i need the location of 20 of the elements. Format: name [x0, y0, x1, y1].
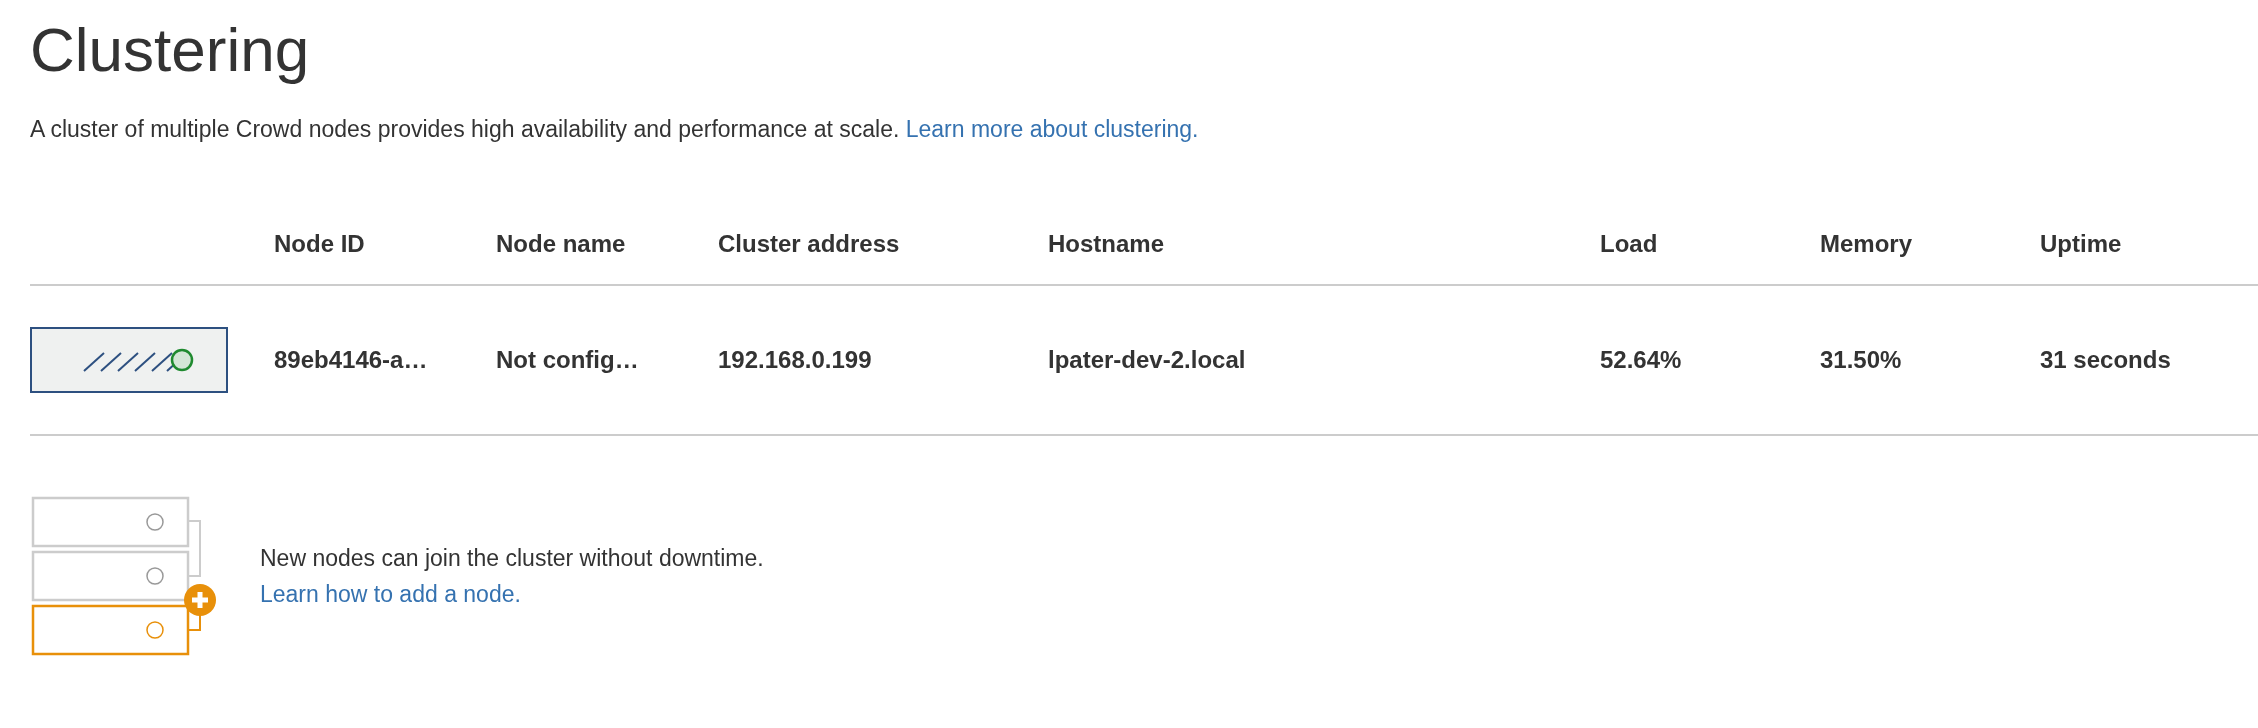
table-cell-text: 31.50% — [1820, 346, 1903, 374]
add-node-text: New nodes can join the cluster without downtime. — [260, 544, 764, 573]
column-header: Cluster address — [718, 230, 901, 258]
node-server-icon — [30, 327, 228, 393]
page-title: Clustering — [30, 14, 311, 86]
column-header: Uptime — [2040, 230, 2123, 258]
table-cell-text: lpater-dev-2.local — [1048, 346, 1247, 374]
table-cell-text: Not config… — [496, 346, 640, 374]
add-node-link[interactable]: Learn how to add a node. — [260, 581, 521, 607]
learn-more-link[interactable]: Learn more about clustering. — [905, 116, 1199, 142]
column-header: Load — [1600, 230, 1659, 258]
column-header: Node ID — [274, 230, 366, 258]
column-header: Node name — [496, 230, 627, 258]
description-text: A cluster of multiple Crowd nodes provides high availability and performance at scale. Learn more about clustering. — [30, 115, 1200, 144]
table-cell-text: 31 seconds — [2040, 346, 2172, 374]
table-cell-text: 192.168.0.199 — [718, 346, 873, 374]
column-header: Memory — [1820, 230, 1914, 258]
table-cell-text: 89eb4146-a… — [274, 346, 429, 374]
table-cell-text: 52.64% — [1600, 346, 1683, 374]
column-header: Hostname — [1048, 230, 1166, 258]
